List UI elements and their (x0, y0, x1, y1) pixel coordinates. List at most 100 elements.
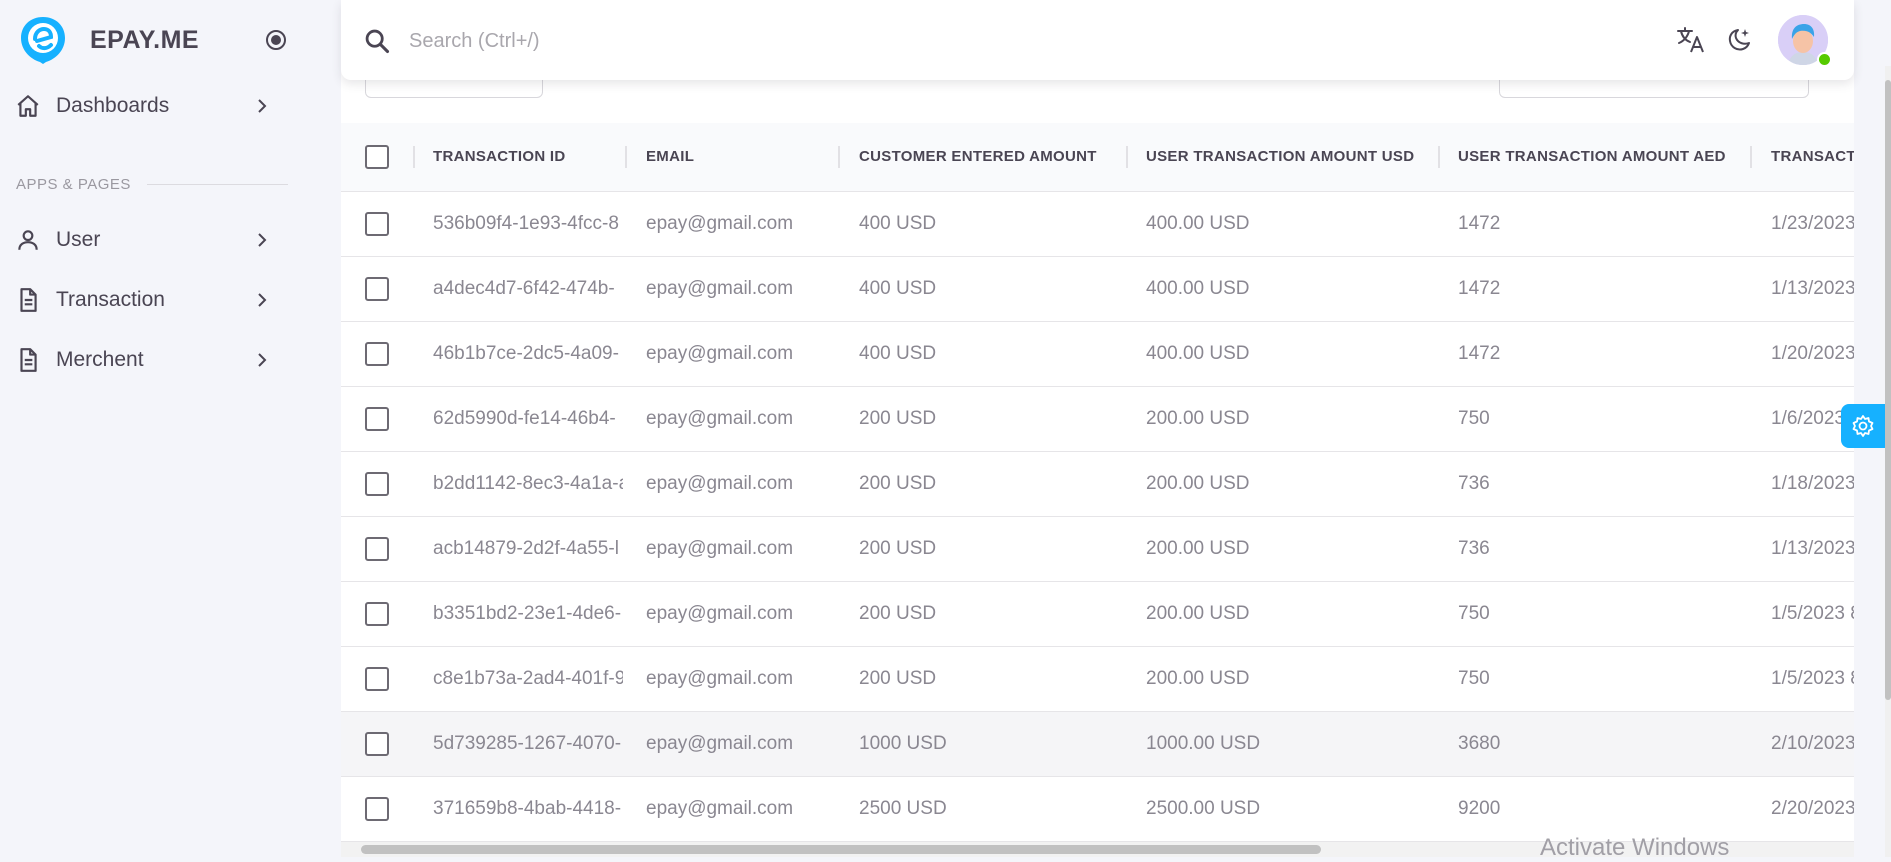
row-checkbox[interactable] (365, 732, 389, 756)
row-checkbox[interactable] (365, 212, 389, 236)
cell-customer-entered-amount: 200 USD (859, 603, 937, 624)
horizontal-scrollbar-thumb[interactable] (361, 845, 1321, 854)
cell-customer-entered-amount: 400 USD (859, 213, 937, 234)
table-row[interactable]: acb14879-2d2f-4a55-l epay@gmail.com 200 US… (341, 517, 1854, 582)
cell-email: epay@gmail.com (646, 213, 794, 234)
row-checkbox[interactable] (365, 407, 389, 431)
cell-email: epay@gmail.com (646, 668, 794, 689)
row-checkbox[interactable] (365, 537, 389, 561)
online-status-dot (1817, 52, 1832, 67)
cell-transaction-id: 62d5990d-fe14-46b4- (433, 408, 616, 429)
cell-transaction-id: a4dec4d7-6f42-474b- (433, 278, 615, 299)
column-header-email[interactable]: EMAIL (646, 123, 836, 191)
main-content-card: TRANSACTION ID EMAIL CUSTOMER ENTERED AM… (341, 0, 1854, 857)
cell-transaction-id: 371659b8-4bab-4418- (433, 798, 622, 819)
row-checkbox[interactable] (365, 602, 389, 626)
cell-transaction-id: b3351bd2-23e1-4de6- (433, 603, 622, 624)
vertical-scrollbar-thumb[interactable] (1885, 80, 1891, 700)
cell-transaction-id: 536b09f4-1e93-4fcc-8 (433, 213, 619, 234)
column-header-user-transaction-amount-usd[interactable]: USER TRANSACTION AMOUNT USD (1146, 123, 1436, 191)
column-header-user-transaction-amount-aed[interactable]: USER TRANSACTION AMOUNT AED (1458, 123, 1748, 191)
cell-transaction-date: 1/23/2023 (1771, 213, 1854, 234)
transactions-table: TRANSACTION ID EMAIL CUSTOMER ENTERED AM… (341, 123, 1854, 842)
table-row[interactable]: 46b1b7ce-2dc5-4a09- epay@gmail.com 400 USD… (341, 322, 1854, 387)
cell-email: epay@gmail.com (646, 408, 794, 429)
epay-logo-icon (21, 17, 65, 64)
table-row[interactable]: 371659b8-4bab-4418- epay@gmail.com 2500 US… (341, 777, 1854, 842)
sidebar-lock-radio-icon[interactable] (264, 28, 288, 52)
sidebar-item-transaction[interactable]: Transaction (14, 278, 274, 322)
column-header-transaction-id[interactable]: TRANSACTION ID (433, 123, 623, 191)
chevron-right-icon (258, 233, 267, 247)
search-icon[interactable] (363, 27, 391, 55)
cell-amount-aed: 736 (1458, 538, 1490, 559)
cell-amount-usd: 200.00 USD (1146, 473, 1250, 494)
cell-customer-entered-amount: 400 USD (859, 343, 937, 364)
cell-transaction-id: b2dd1142-8ec3-4a1a-a (433, 473, 623, 494)
table-row[interactable]: b3351bd2-23e1-4de6- epay@gmail.com 200 USD… (341, 582, 1854, 647)
brand-name: EPAY.ME (90, 25, 200, 54)
cell-transaction-date: 1/20/2023 (1771, 343, 1854, 364)
sidebar-item-label: Merchent (56, 348, 144, 371)
cell-transaction-id: 5d739285-1267-4070- (433, 733, 622, 754)
row-checkbox[interactable] (365, 472, 389, 496)
cell-transaction-date: 1/13/2023 (1771, 278, 1854, 299)
cell-email: epay@gmail.com (646, 343, 794, 364)
table-row[interactable]: 62d5990d-fe14-46b4- epay@gmail.com 200 USD… (341, 387, 1854, 452)
table-row[interactable]: c8e1b73a-2ad4-401f-9 epay@gmail.com 200 US… (341, 647, 1854, 712)
section-title-text: APPS & PAGES (16, 176, 131, 193)
sidebar: EPAY.ME Dashboards APPS & PAGES User Tra… (0, 0, 300, 857)
activate-windows-watermark: Activate Windows (1540, 834, 1730, 861)
row-checkbox[interactable] (365, 797, 389, 821)
cell-amount-usd: 200.00 USD (1146, 538, 1250, 559)
row-checkbox[interactable] (365, 277, 389, 301)
sidebar-item-dashboards[interactable]: Dashboards (14, 84, 274, 128)
cell-amount-aed: 1472 (1458, 343, 1501, 364)
translate-icon[interactable] (1675, 24, 1707, 56)
cell-customer-entered-amount: 200 USD (859, 668, 937, 689)
row-checkbox[interactable] (365, 342, 389, 366)
cell-customer-entered-amount: 2500 USD (859, 798, 947, 819)
cell-amount-aed: 1472 (1458, 213, 1501, 234)
cell-amount-aed: 9200 (1458, 798, 1501, 819)
cell-amount-usd: 400.00 USD (1146, 343, 1250, 364)
moon-stars-icon[interactable] (1724, 25, 1754, 55)
table-row[interactable]: a4dec4d7-6f42-474b-epay@gmail.com 400 USD… (341, 257, 1854, 322)
cell-transaction-date: 2/20/2023 (1771, 798, 1854, 819)
sidebar-item-label: Dashboards (56, 94, 170, 117)
column-header-customer-entered-amount[interactable]: CUSTOMER ENTERED AMOUNT (859, 123, 1125, 191)
table-row[interactable]: 536b09f4-1e93-4fcc-8 epay@gmail.com 400 US… (341, 192, 1854, 257)
search-input[interactable] (407, 22, 1211, 60)
cell-amount-aed: 1472 (1458, 278, 1501, 299)
sidebar-item-merchent[interactable]: Merchent (14, 338, 274, 382)
section-divider (146, 184, 288, 185)
top-navbar (341, 0, 1854, 80)
table-row[interactable]: 5d739285-1267-4070- epay@gmail.com 1000 US… (341, 712, 1854, 777)
cell-transaction-id: c8e1b73a-2ad4-401f-9 (433, 668, 623, 689)
cell-transaction-date: 1/18/2023 (1771, 473, 1854, 494)
chevron-right-icon (258, 99, 267, 113)
cell-customer-entered-amount: 1000 USD (859, 733, 947, 754)
chevron-right-icon (258, 293, 267, 307)
table-row[interactable]: b2dd1142-8ec3-4a1a-a epay@gmail.com 200 US… (341, 452, 1854, 517)
cell-email: epay@gmail.com (646, 473, 794, 494)
cell-amount-usd: 400.00 USD (1146, 213, 1250, 234)
cell-amount-usd: 200.00 USD (1146, 603, 1250, 624)
chevron-right-icon (258, 353, 267, 367)
sidebar-item-user[interactable]: User (14, 218, 274, 262)
user-icon (14, 226, 42, 254)
section-title-apps-pages: APPS & PAGES (16, 176, 288, 193)
theme-customizer-button[interactable] (1841, 404, 1885, 448)
row-checkbox[interactable] (365, 667, 389, 691)
brand[interactable]: EPAY.ME (18, 14, 199, 66)
cell-transaction-date: 1/5/2023 8 (1771, 668, 1854, 689)
cell-transaction-date: 2/10/2023 (1771, 733, 1854, 754)
file-icon (14, 286, 42, 314)
cell-transaction-id: acb14879-2d2f-4a55-l (433, 538, 619, 559)
column-header-transaction-date[interactable]: TRANSACT (1771, 123, 1854, 191)
column-separator (1438, 146, 1440, 168)
cell-customer-entered-amount: 400 USD (859, 278, 937, 299)
select-all-checkbox[interactable] (365, 145, 389, 169)
cell-amount-aed: 750 (1458, 408, 1490, 429)
cell-email: epay@gmail.com (646, 798, 794, 819)
